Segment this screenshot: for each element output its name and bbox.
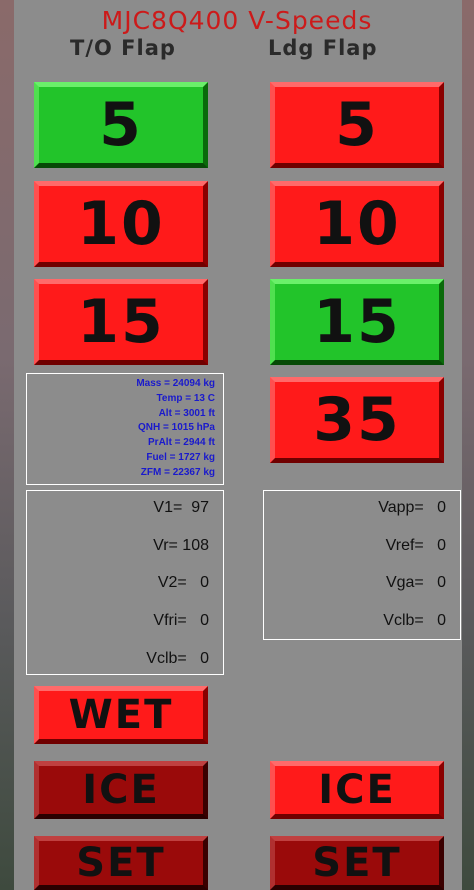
- aircraft-info-box: Mass = 24094 kg Temp = 13 C Alt = 3001 f…: [26, 373, 224, 485]
- takeoff-speeds-box: V1= 97 Vr= 108 V2= 0 Vfri= 0 Vclb= 0: [26, 490, 224, 675]
- ldg-flap-10-button[interactable]: 10: [270, 181, 444, 267]
- to-set-button[interactable]: SET: [34, 836, 208, 890]
- mass-readout: Mass = 24094 kg: [136, 378, 215, 389]
- vapp-readout: Vapp= 0: [378, 499, 446, 516]
- fuel-readout: Fuel = 1727 kg: [146, 451, 215, 463]
- pressure-alt-readout: PrAlt = 2944 ft: [148, 437, 215, 449]
- v2-readout: V2= 0: [157, 574, 209, 591]
- takeoff-flap-header: T/O Flap: [70, 36, 176, 60]
- wet-button[interactable]: WET: [34, 686, 208, 744]
- landing-speeds-box: Vapp= 0 Vref= 0 Vga= 0 Vclb= 0: [263, 490, 461, 640]
- to-flap-15-button[interactable]: 15: [34, 279, 208, 365]
- ldg-set-button[interactable]: SET: [270, 836, 444, 890]
- to-vclb-readout: Vclb= 0: [146, 650, 209, 667]
- ldg-vclb-readout: Vclb= 0: [383, 612, 446, 629]
- ldg-flap-35-button[interactable]: 35: [270, 377, 444, 463]
- temp-readout: Temp = 13 C: [156, 392, 215, 404]
- to-flap-5-button[interactable]: 5: [34, 82, 208, 168]
- to-flap-10-button[interactable]: 10: [34, 181, 208, 267]
- ldg-flap-5-button[interactable]: 5: [270, 82, 444, 168]
- vfri-readout: Vfri= 0: [153, 612, 209, 629]
- qnh-readout: QNH = 1015 hPa: [138, 422, 215, 434]
- vr-readout: Vr= 108: [153, 537, 209, 554]
- alt-readout: Alt = 3001 ft: [158, 407, 215, 419]
- v1-readout: V1= 97: [153, 499, 209, 516]
- landing-flap-header: Ldg Flap: [268, 36, 378, 60]
- vga-readout: Vga= 0: [385, 574, 446, 591]
- app-title: MJC8Q400 V-Speeds: [101, 6, 373, 35]
- ldg-ice-button[interactable]: ICE: [270, 761, 444, 819]
- ldg-flap-15-button[interactable]: 15: [270, 279, 444, 365]
- vref-readout: Vref= 0: [385, 537, 446, 554]
- to-ice-button[interactable]: ICE: [34, 761, 208, 819]
- zfm-readout: ZFM = 22367 kg: [140, 466, 215, 478]
